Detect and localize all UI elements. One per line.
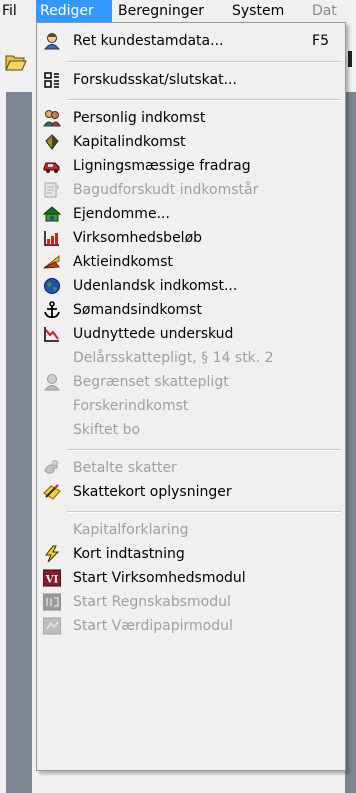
deficit-chart-icon (44, 327, 59, 342)
menu-item-skattekort-oplysninger[interactable]: Skattekort oplysninger (39, 480, 343, 504)
person-gray-icon (43, 374, 61, 391)
menu-item-ligningsmaessige-fradrag[interactable]: Ligningsmæssige fradrag (39, 154, 343, 178)
menu-item-udenlandsk-indkomst[interactable]: Udenlandsk indkomst... (39, 274, 343, 298)
menu-item-label: Uudnyttede underskud (73, 326, 234, 342)
menu-item-ret-kundestamdata[interactable]: Ret kundestamdata... F5 (39, 29, 343, 53)
anchor-icon (44, 301, 60, 319)
menu-item-virksomhedsbeloeb[interactable]: Virksomhedsbeløb (39, 226, 343, 250)
vi-icon-text: VI (45, 575, 59, 586)
accounting-icon (43, 593, 61, 611)
menu-item-label: Ejendomme... (73, 206, 170, 222)
menu-item-label: Kort indtastning (73, 546, 185, 562)
menu-item-bagudforskudt-indkomstaar[interactable]: Bagudforskudt indkomstår (39, 178, 343, 202)
menu-item-forskudsskat-slutskat[interactable]: Forskudsskat/slutskat... (39, 68, 343, 92)
app-background (6, 92, 32, 793)
menu-item-shortcut: F5 (312, 33, 329, 49)
document-icon (44, 182, 59, 198)
menu-item-label: Start Regnskabsmodul (73, 594, 231, 610)
menu-item-delaarsskattepligt[interactable]: Delårsskattepligt, § 14 stk. 2 (39, 346, 343, 370)
menu-item-kapitalindkomst[interactable]: Kapitalindkomst (39, 130, 343, 154)
rediger-dropdown-menu: Ret kundestamdata... F5 Forskudsskat/slu… (36, 22, 346, 771)
open-folder-icon[interactable] (4, 50, 28, 72)
menu-separator (67, 449, 341, 451)
menu-item-label: Start Værdipapirmodul (73, 618, 233, 634)
menu-item-label: Ret kundestamdata... (73, 33, 224, 49)
menu-item-label: Personlig indkomst (73, 110, 206, 126)
menu-rediger[interactable]: Rediger (36, 0, 112, 22)
menu-beregninger[interactable]: Beregninger (114, 0, 208, 22)
menu-item-skiftet-bo[interactable]: Skiftet bo (39, 418, 343, 442)
toolbar-separator (348, 51, 352, 67)
lightning-icon (44, 545, 60, 563)
menu-item-label: Ligningsmæssige fradrag (73, 158, 251, 174)
menu-item-personlig-indkomst[interactable]: Personlig indkomst (39, 106, 343, 130)
menu-item-start-regnskabsmodul[interactable]: Start Regnskabsmodul (39, 590, 343, 614)
menu-item-betalte-skatter[interactable]: Betalte skatter (39, 456, 343, 480)
menu-separator (67, 511, 341, 513)
globe-icon (44, 278, 60, 294)
menu-system[interactable]: System (228, 0, 288, 22)
menu-separator (67, 99, 341, 101)
capital-icon (45, 134, 59, 150)
menu-item-begraenset-skattepligt[interactable]: Begrænset skattepligt (39, 370, 343, 394)
people-icon (43, 110, 61, 127)
menu-item-label: Aktieindkomst (73, 254, 173, 270)
menu-item-label: Delårsskattepligt, § 14 stk. 2 (73, 350, 274, 366)
tax-card-icon (43, 484, 61, 500)
menu-item-label: Bagudforskudt indkomstår (73, 182, 259, 198)
menu-fil[interactable]: Fil (0, 0, 21, 22)
menu-item-label: Start Virksomhedsmodul (73, 570, 246, 586)
menu-item-label: Begrænset skattepligt (73, 374, 229, 390)
menu-item-uudnyttede-underskud[interactable]: Uudnyttede underskud (39, 322, 343, 346)
menu-item-label: Udenlandsk indkomst... (73, 278, 238, 294)
house-icon (43, 206, 61, 222)
menu-bar: Fil Rediger Beregninger System Dat (0, 0, 356, 23)
menu-data[interactable]: Dat (308, 0, 341, 22)
stock-icon (43, 254, 60, 269)
menu-item-ejendomme[interactable]: Ejendomme... (39, 202, 343, 226)
user-icon (43, 33, 61, 50)
menu-item-start-virksomhedsmodul[interactable]: VI Start Virksomhedsmodul (39, 566, 343, 590)
vi-icon: VI (43, 569, 61, 587)
hand-icon (44, 460, 58, 474)
toolbar (0, 22, 38, 793)
menu-separator (67, 61, 341, 63)
menu-item-label: Kapitalindkomst (73, 134, 186, 150)
car-icon (43, 162, 60, 173)
menu-item-label: Skiftet bo (73, 422, 141, 438)
chart-icon (44, 231, 59, 246)
menu-item-label: Forskerindkomst (73, 398, 189, 414)
menu-item-start-vaerdipapirmodul[interactable]: Start Værdipapirmodul (39, 614, 343, 638)
securities-icon (43, 617, 61, 635)
menu-item-label: Forskudsskat/slutskat... (73, 72, 237, 88)
app-background-right (345, 92, 356, 793)
toolbar-right (345, 22, 356, 793)
form-icon (44, 72, 59, 88)
menu-item-kort-indtastning[interactable]: Kort indtastning (39, 542, 343, 566)
menu-item-aktieindkomst[interactable]: Aktieindkomst (39, 250, 343, 274)
menu-item-label: Kapitalforklaring (73, 522, 189, 538)
menu-item-kapitalforklaring[interactable]: Kapitalforklaring (39, 518, 343, 542)
menu-item-forskerindkomst[interactable]: Forskerindkomst (39, 394, 343, 418)
menu-item-label: Betalte skatter (73, 460, 177, 476)
menu-item-soemandsindkomst[interactable]: Sømandsindkomst (39, 298, 343, 322)
menu-item-label: Skattekort oplysninger (73, 484, 232, 500)
menu-item-label: Sømandsindkomst (73, 302, 202, 318)
menu-item-label: Virksomhedsbeløb (73, 230, 203, 246)
